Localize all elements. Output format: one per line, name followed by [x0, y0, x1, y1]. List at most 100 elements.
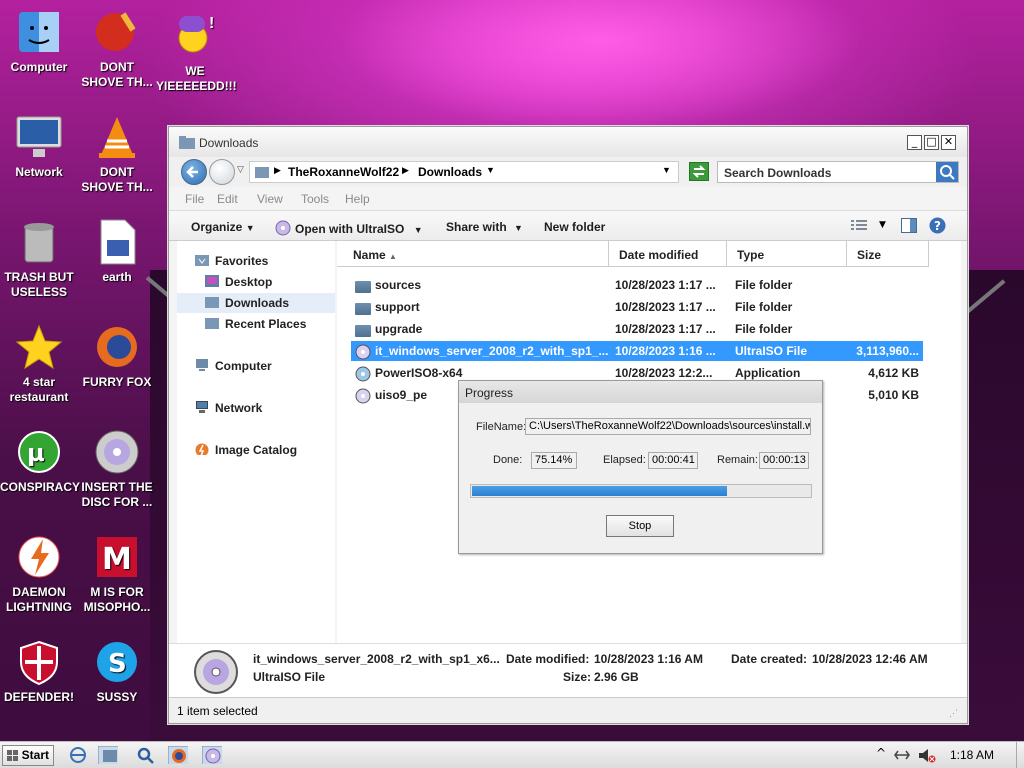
menu-help[interactable]: Help	[345, 192, 370, 206]
organize-button[interactable]: Organize ▼	[191, 220, 255, 234]
desktop-icon[interactable]: FURRY FOX	[78, 323, 156, 390]
desktop-icon[interactable]: TRASH BUT USELESS	[0, 218, 78, 300]
nav-desktop[interactable]: Desktop	[205, 275, 272, 289]
nav-desktop-label: Desktop	[225, 275, 273, 289]
file-row[interactable]: sources 10/28/2023 1:17 ... File folder	[351, 275, 923, 295]
menu-tools[interactable]: Tools	[301, 192, 329, 206]
file-size: 5,010 KB	[868, 388, 919, 402]
menu-view[interactable]: View	[257, 192, 283, 206]
desktop-icon[interactable]: M M IS FOR MISOPHO...	[78, 533, 156, 615]
back-button[interactable]	[181, 159, 207, 185]
show-hidden-icons-icon[interactable]: ^	[876, 746, 886, 760]
done-label: Done:	[493, 454, 523, 466]
search-box[interactable]: Search Downloads	[717, 161, 959, 183]
nav-network[interactable]: Network	[195, 401, 262, 415]
breadcrumb-chevron-icon[interactable]: ▶	[274, 165, 281, 176]
file-row[interactable]: upgrade 10/28/2023 1:17 ... File folder	[351, 319, 923, 339]
preview-pane-icon[interactable]	[901, 218, 917, 233]
breadcrumb-chevron-icon[interactable]: ▶	[402, 165, 409, 176]
file-type: UltraISO File	[735, 344, 808, 358]
search-button[interactable]	[936, 162, 958, 182]
start-button[interactable]: Start	[2, 745, 54, 766]
installer-icon	[355, 388, 371, 404]
desktop-icon[interactable]: INSERT THE DISC FOR ...	[78, 428, 156, 510]
file-size: 3,113,960...	[856, 344, 919, 358]
desktop-icon[interactable]: Computer	[0, 8, 78, 75]
help-icon[interactable]: ?	[929, 217, 946, 234]
explorer-taskbar-icon[interactable]	[98, 746, 118, 764]
forward-button[interactable]	[209, 159, 235, 185]
yahoo-messenger-icon: !	[171, 12, 219, 60]
file-name: upgrade	[375, 322, 423, 336]
nav-recent-places[interactable]: Recent Places	[205, 317, 306, 331]
vlc-icon	[93, 113, 141, 161]
details-created-value: 10/28/2023 12:46 AM	[812, 652, 928, 666]
nav-favorites[interactable]: Favorites	[195, 254, 268, 268]
menu-bar: File Edit View Tools Help	[169, 187, 967, 211]
breadcrumb-item-user[interactable]: TheRoxanneWolf22	[288, 165, 399, 179]
title-bar[interactable]: Downloads _ □ ✕	[169, 127, 967, 157]
desktop-icon[interactable]: DONT SHOVE TH...	[78, 113, 156, 195]
desktop-icon[interactable]: DONT SHOVE TH...	[78, 8, 156, 90]
window-title: Downloads	[199, 136, 259, 150]
recent-pages-chevron-icon[interactable]: ▽	[237, 165, 244, 175]
firefox-taskbar-icon[interactable]	[168, 746, 188, 764]
network-tray-icon[interactable]	[894, 749, 910, 761]
document-icon	[93, 218, 141, 266]
search-input[interactable]: Search Downloads	[724, 166, 831, 180]
desktop-icon[interactable]: earth	[78, 218, 156, 285]
column-header-name[interactable]: Name ▲	[337, 241, 609, 267]
share-with-button[interactable]: Share with ▼	[446, 220, 523, 234]
view-options-icon[interactable]	[851, 220, 867, 232]
breadcrumb-item-downloads[interactable]: Downloads	[418, 165, 482, 179]
file-type: Application	[735, 366, 801, 380]
desktop-icon[interactable]: DEFENDER!	[0, 638, 78, 705]
column-header-type[interactable]: Type	[727, 241, 847, 267]
details-size-label: Size:	[563, 670, 592, 684]
view-dropdown-icon[interactable]: ▼	[879, 220, 886, 230]
menu-edit[interactable]: Edit	[217, 192, 238, 206]
stop-button[interactable]: Stop	[606, 515, 674, 537]
recent-places-icon	[205, 318, 219, 329]
show-desktop-button[interactable]	[1016, 742, 1024, 768]
desktop-icon[interactable]: S SUSSY	[78, 638, 156, 705]
search-taskbar-icon[interactable]	[136, 746, 156, 764]
nav-image-catalog[interactable]: Image Catalog	[195, 443, 297, 457]
file-row[interactable]: support 10/28/2023 1:17 ... File folder	[351, 297, 923, 317]
address-dropdown-icon[interactable]: ▼	[662, 165, 671, 175]
desktop-icon[interactable]: 4 star restaurant	[0, 323, 78, 405]
column-header-date[interactable]: Date modified	[609, 241, 727, 267]
desktop-icon[interactable]: DAEMON LIGHTNING	[0, 533, 78, 615]
address-bar[interactable]: ▶ TheRoxanneWolf22 ▶ Downloads ▼ ▼	[249, 161, 679, 183]
address-bar-row: ▽ ▶ TheRoxanneWolf22 ▶ Downloads ▼ ▼ Sea…	[169, 157, 967, 187]
remain-label: Remain:	[717, 454, 758, 466]
refresh-button[interactable]	[689, 162, 709, 181]
nav-downloads[interactable]: Downloads	[205, 296, 289, 310]
search-icon	[940, 165, 955, 180]
application-icon	[355, 366, 371, 382]
volume-muted-icon[interactable]	[918, 748, 936, 763]
clock[interactable]: 1:18 AM	[950, 748, 994, 762]
new-folder-button[interactable]: New folder	[544, 220, 605, 234]
close-button[interactable]: ✕	[941, 135, 956, 150]
desktop-icon-label: DONT SHOVE TH...	[81, 60, 153, 89]
open-with-button[interactable]: Open with UltraISO ▼	[275, 220, 423, 236]
minimize-button[interactable]: _	[907, 135, 922, 150]
ultraiso-taskbar-icon[interactable]	[202, 746, 222, 764]
progress-bar-fill	[472, 486, 728, 496]
file-row[interactable]: it_windows_server_2008_r2_with_sp1_... 10…	[351, 341, 923, 361]
ie-icon[interactable]	[68, 746, 88, 764]
svg-text:?: ?	[934, 219, 941, 233]
resize-grip-icon[interactable]: ⋰	[949, 708, 958, 719]
breadcrumb-chevron-icon[interactable]: ▼	[486, 165, 495, 175]
progress-title[interactable]: Progress	[459, 381, 822, 403]
desktop-icon[interactable]: ! WE YIEEEEEDD!!!	[156, 12, 237, 94]
desktop-icon[interactable]: µ CONSPIRACY	[0, 428, 80, 495]
menu-file[interactable]: File	[185, 192, 204, 206]
maximize-button[interactable]: □	[924, 135, 939, 150]
status-bar: 1 item selected ⋰	[169, 697, 967, 723]
desktop-icon[interactable]: Network	[0, 113, 78, 180]
nav-computer[interactable]: Computer	[195, 359, 272, 373]
share-with-label: Share with	[446, 220, 507, 234]
column-header-size[interactable]: Size	[847, 241, 929, 267]
